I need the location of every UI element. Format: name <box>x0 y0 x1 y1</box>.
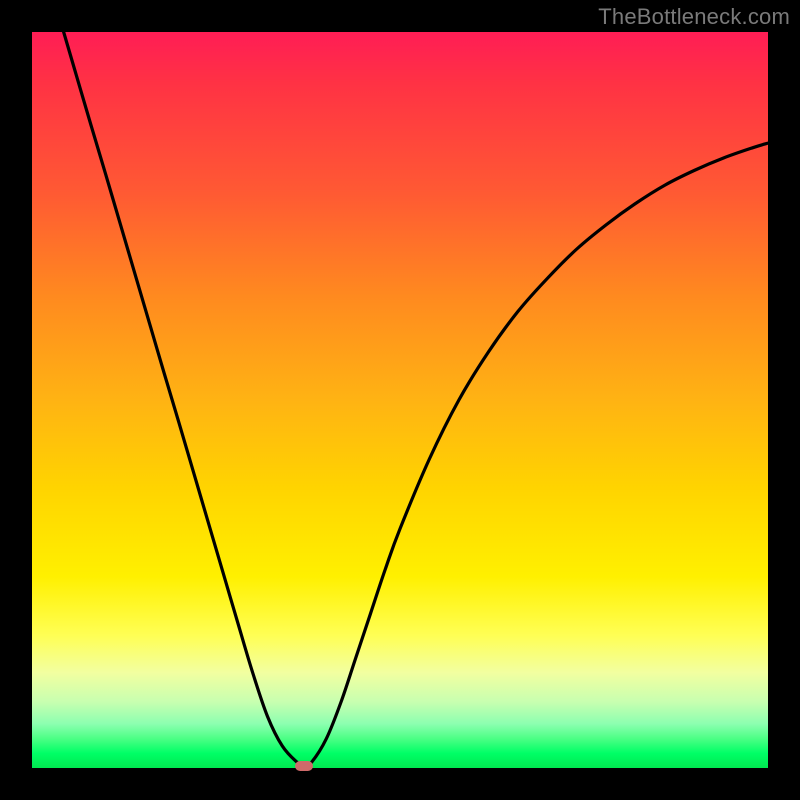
chart-frame: TheBottleneck.com <box>0 0 800 800</box>
curve-svg <box>32 32 768 768</box>
bottleneck-curve <box>64 32 768 766</box>
optimal-marker <box>295 761 313 771</box>
plot-area <box>32 32 768 768</box>
watermark-text: TheBottleneck.com <box>598 4 790 30</box>
